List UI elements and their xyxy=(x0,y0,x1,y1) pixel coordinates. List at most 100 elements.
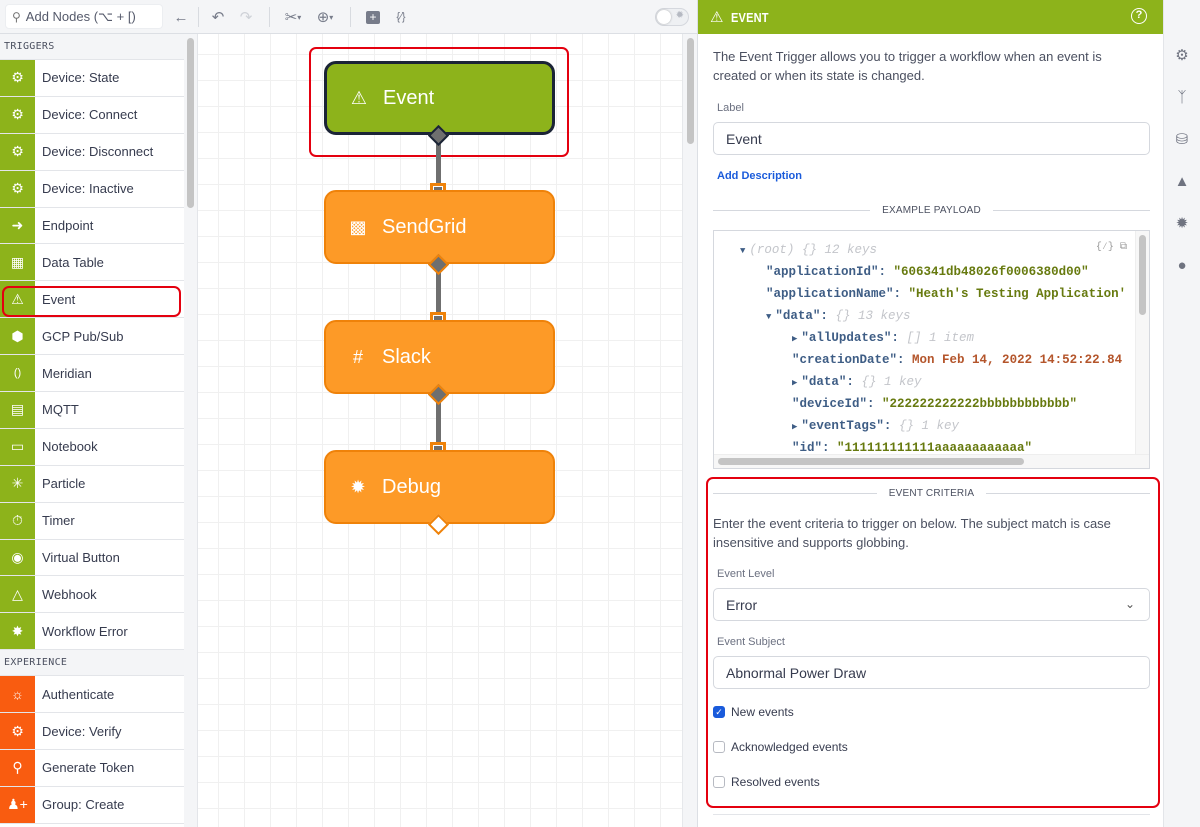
palette-item-label: Group: Create xyxy=(42,797,125,813)
json-row[interactable]: ▼ "data": {} 13 keys xyxy=(766,309,910,323)
connector-wire[interactable] xyxy=(436,141,441,187)
annotation-highlight xyxy=(2,286,181,317)
node-debug[interactable]: ✹ Debug xyxy=(324,450,555,524)
palette-item-webhook[interactable]: △ Webhook xyxy=(0,576,184,614)
mqtt-icon: ▤ xyxy=(0,392,35,428)
checkbox[interactable]: ✓ xyxy=(713,706,725,718)
scissors-icon[interactable]: ✂ ▾ xyxy=(280,6,306,28)
json-tools: {⁄} ⧉ xyxy=(1096,241,1127,253)
event-level-label: Event Level xyxy=(717,568,775,580)
palette-item-label: Device: State xyxy=(42,70,120,86)
palette-item-device-connect[interactable]: ⚙ Device: Connect xyxy=(0,96,184,134)
scrollbar-thumb[interactable] xyxy=(187,38,194,208)
json-vertical-scrollbar[interactable] xyxy=(1135,231,1149,455)
branch-icon[interactable]: ᛉ xyxy=(1172,88,1192,108)
json-root[interactable]: ▼ (root) {} 12 keys xyxy=(740,243,877,257)
event-subject-value: Abnormal Power Draw xyxy=(726,664,867,681)
palette-item-label: Device: Verify xyxy=(42,723,122,739)
chart-icon[interactable]: ▲ xyxy=(1172,172,1192,192)
toolbar-divider xyxy=(269,7,270,27)
table-icon: ▦ xyxy=(0,244,35,281)
palette-item-device-inactive[interactable]: ⚙ Device: Inactive xyxy=(0,170,184,208)
palette-item-notebook[interactable]: ▭ Notebook xyxy=(0,428,184,466)
endpoint-icon: ➜ xyxy=(0,207,35,244)
palette-item-gcp-pubsub[interactable]: ⬢ GCP Pub/Sub xyxy=(0,318,184,356)
palette-item-label: GCP Pub/Sub xyxy=(42,328,124,344)
add-comment-icon[interactable]: + xyxy=(364,6,382,28)
palette-item-particle[interactable]: ✳ Particle xyxy=(0,465,184,503)
toolbar: ⚲ Add Nodes (⌥ + [) ← ↶ ↷ ✂ ▾ ⊕ ▾ + {⁄} ✹ xyxy=(0,0,697,34)
copy-icon[interactable]: ⧉ xyxy=(1120,242,1127,253)
redo-icon[interactable]: ↷ xyxy=(236,6,256,28)
checkbox[interactable] xyxy=(713,776,725,788)
help-icon[interactable]: ? xyxy=(1131,8,1147,24)
connector-wire[interactable] xyxy=(436,270,441,316)
warning-icon: ⚠ xyxy=(350,87,368,108)
scrollbar-thumb[interactable] xyxy=(718,458,1024,465)
node-sendgrid[interactable]: ▩ SendGrid xyxy=(324,190,555,264)
palette-item-device-disconnect[interactable]: ⚙ Device: Disconnect xyxy=(0,133,184,171)
zoom-icon[interactable]: ⊕ ▾ xyxy=(312,6,338,28)
label-input-value: Event xyxy=(726,130,762,147)
undo-icon[interactable]: ↶ xyxy=(208,6,228,28)
canvas-scrollbar[interactable] xyxy=(682,34,697,827)
slack-icon: # xyxy=(352,346,363,367)
sendgrid-icon: ▩ xyxy=(349,216,367,237)
node-palette: TRIGGERS ⚙ Device: State ⚙ Device: Connect… xyxy=(0,34,184,827)
event-subject-input[interactable]: Abnormal Power Draw xyxy=(713,656,1150,689)
label-input[interactable]: Event xyxy=(713,122,1150,155)
bug-icon[interactable]: ✹ xyxy=(1172,214,1192,234)
palette-item-virtual-button[interactable]: ◉ Virtual Button xyxy=(0,539,184,577)
back-arrow-icon[interactable]: ← xyxy=(172,6,190,28)
palette-item-timer[interactable]: ⏱ Timer xyxy=(0,502,184,540)
scrollbar-thumb[interactable] xyxy=(1139,235,1146,315)
palette-item-group-create[interactable]: ♟+ Group: Create xyxy=(0,786,184,824)
gear-icon[interactable]: ⚙ xyxy=(1172,46,1192,66)
add-nodes-search[interactable]: ⚲ Add Nodes (⌥ + [) xyxy=(5,4,163,29)
checkbox-resolved-events[interactable]: Resolved events xyxy=(713,775,820,789)
node-slack[interactable]: # Slack xyxy=(324,320,555,394)
sidebar-scrollbar[interactable] xyxy=(184,34,198,827)
palette-item-mqtt[interactable]: ▤ MQTT xyxy=(0,392,184,429)
workflow-canvas[interactable]: ⚠ Event ▩ SendGrid # Slack ✹ Debug xyxy=(198,34,682,827)
palette-item-generate-token[interactable]: ⚲ Generate Token xyxy=(0,750,184,787)
palette-item-data-table[interactable]: ▦ Data Table xyxy=(0,244,184,282)
scrollbar-thumb[interactable] xyxy=(687,38,694,144)
edit-json-icon[interactable]: {⁄} xyxy=(1096,242,1114,253)
section-title: EVENT CRITERIA xyxy=(888,487,975,499)
node-label: Event xyxy=(383,86,435,109)
database-icon[interactable]: ⛁ xyxy=(1172,130,1192,150)
palette-item-device-verify[interactable]: ⚙ Device: Verify xyxy=(0,713,184,751)
connector-wire[interactable] xyxy=(436,400,441,446)
json-row[interactable]: ▶ "eventTags": {} 1 key xyxy=(792,419,959,433)
json-row[interactable]: ▶ "data": {} 1 key xyxy=(792,375,921,389)
palette-item-label: Device: Disconnect xyxy=(42,144,154,160)
debug-toggle[interactable]: ✹ xyxy=(655,8,689,26)
checkbox-new-events[interactable]: ✓ New events xyxy=(713,705,794,719)
json-payload-viewer[interactable]: {⁄} ⧉ ▼ (root) {} 12 keys "applicationId"… xyxy=(713,230,1150,469)
json-row[interactable]: ▶ "allUpdates": [] 1 item xyxy=(792,331,974,345)
event-level-value: Error xyxy=(726,596,758,613)
palette-item-label: Particle xyxy=(42,476,86,492)
palette-item-device-state[interactable]: ⚙ Device: State xyxy=(0,60,184,97)
event-criteria-divider: EVENT CRITERIA xyxy=(713,486,1151,500)
palette-item-workflow-error[interactable]: ✸ Workflow Error xyxy=(0,613,184,651)
chip-connect-icon: ⚙ xyxy=(0,96,35,133)
globe-icon[interactable]: ● xyxy=(1172,256,1192,276)
palette-item-label: Data Table xyxy=(42,254,104,270)
palette-item-label: Authenticate xyxy=(42,686,115,702)
json-horizontal-scrollbar[interactable] xyxy=(714,454,1149,468)
right-rail: ⚙ ᛉ ⛁ ▲ ✹ ● xyxy=(1163,0,1200,827)
template-icon[interactable]: {⁄} xyxy=(390,6,412,28)
event-level-select[interactable]: Error ⌄ xyxy=(713,588,1150,621)
json-row: "creationDate": Mon Feb 14, 2022 14:52:2… xyxy=(792,353,1123,367)
json-row: "deviceId": "222222222222bbbbbbbbbbbb" xyxy=(792,397,1078,411)
add-description-link[interactable]: Add Description xyxy=(717,170,802,182)
palette-item-meridian[interactable]: () Meridian xyxy=(0,355,184,393)
palette-item-authenticate[interactable]: ☼ Authenticate xyxy=(0,676,184,714)
node-event[interactable]: ⚠ Event xyxy=(324,61,555,135)
checkbox[interactable] xyxy=(713,741,725,753)
palette-item-label: Workflow Error xyxy=(42,623,128,639)
checkbox-acknowledged-events[interactable]: Acknowledged events xyxy=(713,740,848,754)
palette-item-endpoint[interactable]: ➜ Endpoint xyxy=(0,207,184,245)
